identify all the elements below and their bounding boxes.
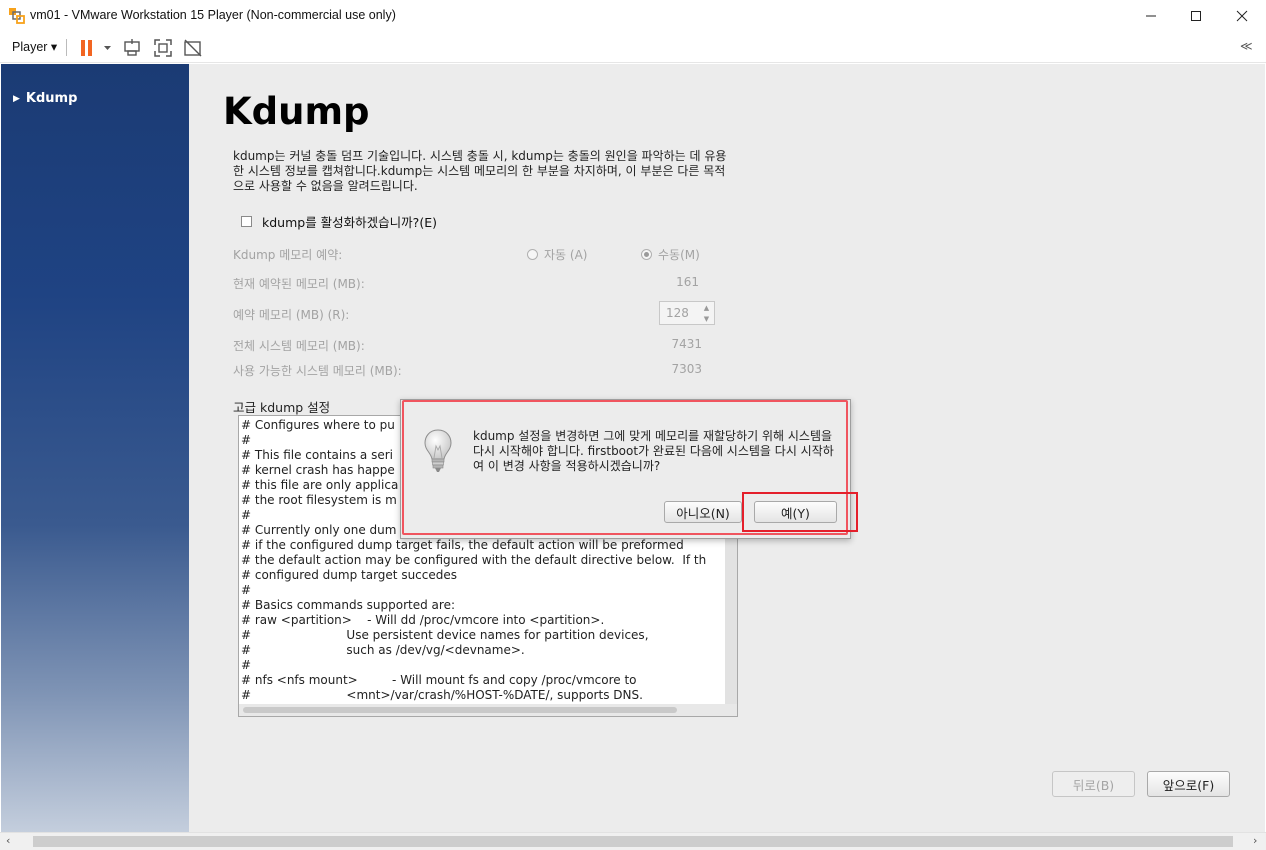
maximize-icon (1191, 11, 1201, 21)
scroll-thumb[interactable] (243, 707, 677, 713)
config-line: # the default action may be configured w… (241, 553, 707, 567)
restart-confirm-dialog: kdump 설정을 변경하면 그에 맞게 메모리를 재할당하기 위해 시스템을 … (400, 399, 851, 539)
back-button[interactable]: 뒤로(B) (1052, 771, 1135, 797)
maximize-button[interactable] (1173, 0, 1219, 32)
config-line: # Use persistent device names for partit… (241, 628, 649, 642)
sidebar-item-kdump: ▶ Kdump (13, 91, 77, 106)
power-dropdown-icon[interactable] (100, 37, 122, 59)
config-line: # raw <partition> - Will dd /proc/vmcore… (241, 613, 605, 627)
enable-kdump-label: kdump를 활성화하겠습니까?(E) (262, 215, 437, 230)
send-ctrl-alt-del-icon[interactable] (122, 37, 144, 59)
config-line: # if the configured dump target fails, t… (241, 538, 684, 552)
radio-auto-icon (527, 249, 538, 260)
advanced-settings-label: 고급 kdump 설정 (233, 400, 331, 415)
config-line: # nfs <nfs mount> - Will mount fs and co… (241, 673, 637, 687)
memory-reserve-label: Kdump 메모리 예약: (233, 248, 343, 262)
forward-button[interactable]: 앞으로(F) (1147, 771, 1230, 797)
minimize-button[interactable] (1128, 0, 1174, 32)
close-button[interactable] (1219, 0, 1265, 32)
title-bar: vm01 - VMware Workstation 15 Player (Non… (0, 0, 1266, 32)
reserve-memory-label: 예약 메모리 (MB) (R): (233, 308, 350, 322)
minimize-icon (1146, 15, 1156, 17)
config-line: # <mnt>/var/crash/%HOST-%DATE/, supports… (241, 688, 643, 702)
scroll-left-icon[interactable]: ‹ (6, 834, 10, 847)
sidebar-item-label: Kdump (25, 91, 78, 106)
total-memory-value: 7431 (671, 337, 702, 351)
reserve-memory-spinner: 128 ▲ ▼ (659, 301, 715, 325)
radio-auto-label: 자동 (A) (544, 248, 588, 262)
scroll-right-icon[interactable]: › (1253, 834, 1257, 847)
unity-mode-icon[interactable] (182, 37, 204, 59)
radio-manual-icon (641, 249, 652, 260)
pause-icon[interactable] (76, 37, 98, 59)
page-description: kdump는 커널 충돌 덤프 기술입니다. 시스템 충돌 시, kdump는 … (233, 149, 727, 193)
close-icon (1236, 10, 1248, 22)
current-reserved-value: 161 (676, 275, 699, 289)
sidebar: ▶ Kdump (1, 64, 189, 832)
page-title: Kdump (223, 90, 370, 133)
reserve-memory-value: 128 (666, 306, 689, 320)
window-title: vm01 - VMware Workstation 15 Player (Non… (30, 8, 396, 22)
yes-button[interactable]: 예(Y) (754, 501, 837, 523)
config-line: # (241, 583, 252, 597)
config-line: # such as /dev/vg/<devname>. (241, 643, 525, 657)
enable-kdump-checkbox[interactable] (241, 216, 252, 227)
current-reserved-label: 현재 예약된 메모리 (MB): (233, 277, 365, 291)
radio-manual-label: 수동(M) (658, 248, 700, 262)
player-menu-button[interactable]: Player ▾ (12, 39, 57, 54)
scrollbar-thumb[interactable] (33, 836, 1233, 847)
lightbulb-icon (424, 429, 452, 472)
player-toolbar: Player ▾ ≪ (0, 32, 1266, 63)
vmware-app-icon (9, 8, 25, 24)
collapse-toolbar-icon[interactable]: ≪ (1240, 39, 1253, 53)
available-memory-label: 사용 가능한 시스템 메모리 (MB): (233, 364, 402, 378)
player-horizontal-scrollbar[interactable]: ‹ › (0, 832, 1266, 850)
config-line: # configured dump target succedes (241, 568, 458, 582)
toolbar-separator (66, 39, 67, 56)
sidebar-arrow-icon: ▶ (13, 94, 20, 104)
vmware-player-window: vm01 - VMware Workstation 15 Player (Non… (0, 0, 1266, 850)
spinner-down-icon: ▼ (703, 315, 710, 323)
radio-manual: 수동(M) (641, 246, 700, 263)
config-line: # Basics commands supported are: (241, 598, 456, 612)
total-memory-label: 전체 시스템 메모리 (MB): (233, 339, 365, 353)
fullscreen-icon[interactable] (152, 37, 174, 59)
enable-kdump-row[interactable]: kdump를 활성화하겠습니까?(E) (241, 212, 437, 231)
available-memory-value: 7303 (671, 362, 702, 376)
spinner-up-icon: ▲ (703, 304, 710, 312)
config-line: # (241, 658, 252, 672)
radio-auto: 자동 (A) (527, 246, 587, 263)
dialog-message: kdump 설정을 변경하면 그에 맞게 메모리를 재할당하기 위해 시스템을 … (473, 429, 834, 473)
editor-horizontal-scrollbar[interactable] (239, 704, 737, 716)
no-button[interactable]: 아니오(N) (664, 501, 742, 523)
